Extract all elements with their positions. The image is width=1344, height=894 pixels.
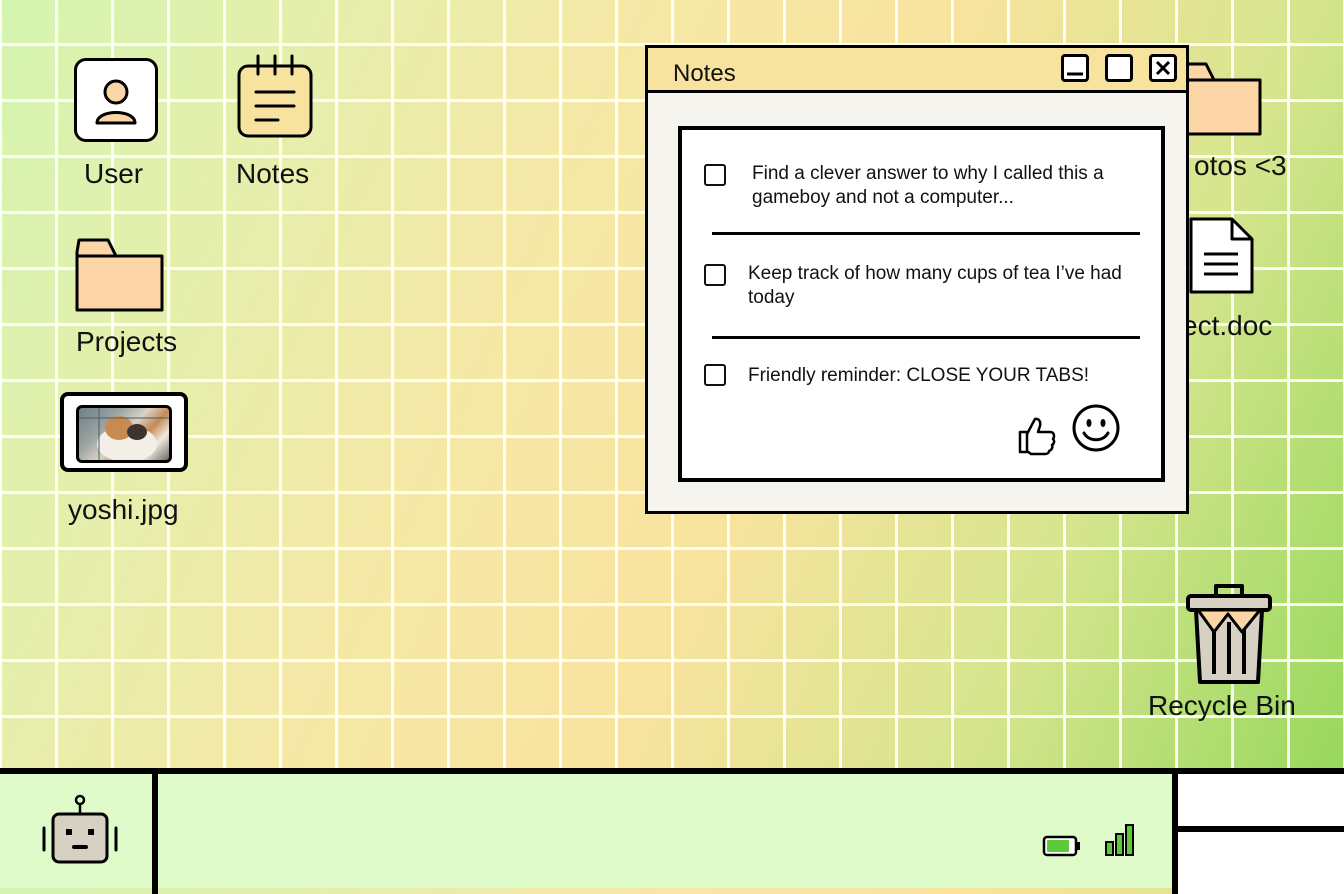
notes-list: Find a clever answer to why I called thi… [678,126,1165,482]
taskbar-tray-panel-bottom [1178,832,1344,894]
document-icon [1188,216,1258,296]
desktop-icon-label: Projects [76,326,178,357]
notes-window[interactable]: Notes Find a clever answer to why I call… [645,45,1189,514]
note-text: Keep track of how many cups of tea I’ve … [748,263,1122,308]
note-text: Friendly reminder: CLOSE YOUR TABS! [748,365,1090,386]
close-icon [1155,60,1171,76]
notes-window-titlebar[interactable]: Notes [648,48,1186,93]
divider [712,232,1140,235]
thumbs-up-icon[interactable] [1016,414,1058,456]
start-button[interactable] [0,774,152,888]
taskbar-tray-panel-top [1178,774,1344,826]
minimize-button[interactable] [1061,54,1089,82]
robot-icon [40,792,120,868]
smiley-icon[interactable] [1070,402,1122,454]
divider [712,336,1140,339]
note-checkbox[interactable] [704,264,726,286]
signal-icon [1104,822,1136,858]
desktop-icon-label: yoshi.jpg [68,494,179,525]
desktop-icon-user[interactable]: User [60,56,172,196]
desktop-icon-recycle-bin[interactable]: Recycle Bin [1140,580,1320,730]
list-item: Friendly reminder: CLOSE YOUR TABS! [704,364,1141,394]
list-item: Keep track of how many cups of tea I’ve … [704,260,1141,310]
trash-icon [1184,582,1274,688]
battery-icon [1042,834,1082,858]
desktop-icon-label: Recycle Bin [1148,690,1296,721]
close-button[interactable] [1149,54,1177,82]
maximize-button[interactable] [1105,54,1133,82]
desktop-icon-notes[interactable]: Notes [228,52,332,196]
window-title: Notes [673,60,736,87]
desktop-icon-label: otos <3 [1194,150,1287,181]
taskbar [0,768,1344,894]
note-checkbox[interactable] [704,364,726,386]
desktop-icon-yoshi-jpg[interactable]: yoshi.jpg [60,392,200,530]
note-text: Find a clever answer to why I called thi… [752,163,1104,208]
list-item: Find a clever answer to why I called thi… [704,160,1141,210]
user-icon [74,58,158,142]
notepad-icon [236,54,316,140]
taskbar-divider [152,774,158,894]
cat-photo-thumbnail [76,405,172,463]
desktop-icon-label: User [84,158,144,189]
desktop-icon-projects[interactable]: Projects [68,232,198,362]
desktop-icon-label: ect.doc [1182,310,1273,341]
note-checkbox[interactable] [704,164,726,186]
folder-icon [74,234,166,314]
desktop-icon-label: Notes [236,158,310,189]
image-file-icon [60,392,188,472]
